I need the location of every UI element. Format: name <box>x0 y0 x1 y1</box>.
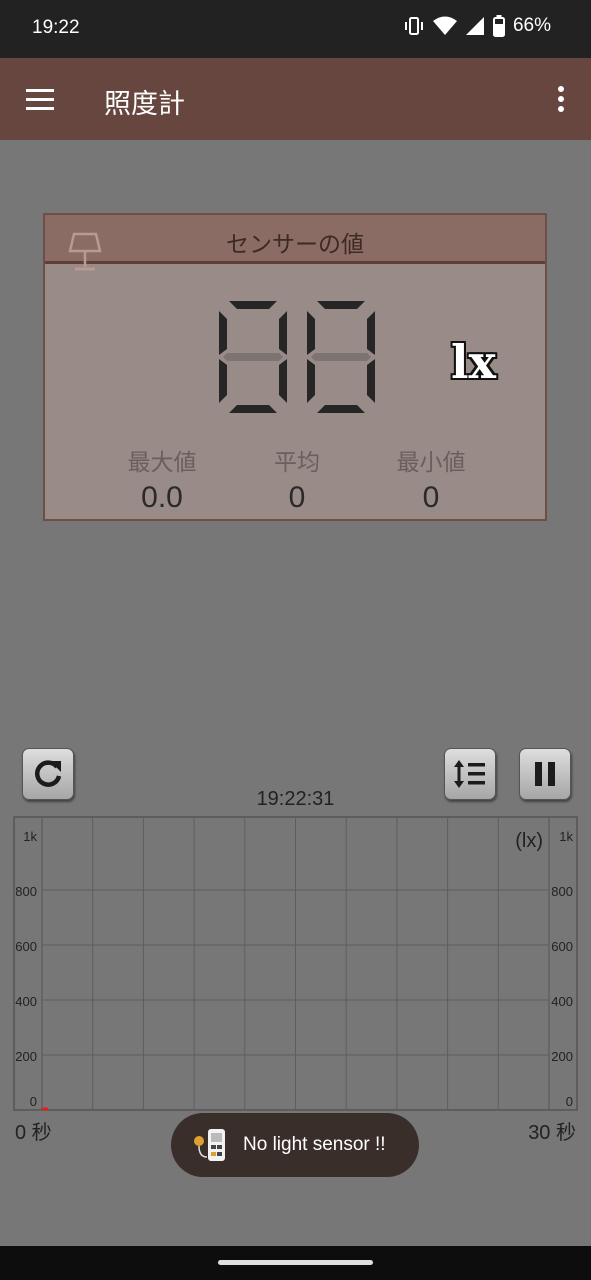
lux-history-chart: 0 0 200 200 400 400 600 600 800 800 1k 1k (lx) <box>13 816 578 1111</box>
wifi-icon <box>432 16 457 35</box>
y-tick-label-left: 1k <box>23 829 37 844</box>
y-tick-label-left: 600 <box>15 939 37 954</box>
y-tick-label-left: 800 <box>15 884 37 899</box>
current-timestamp: 19:22:31 <box>256 788 335 810</box>
status-time: 19:22 <box>32 17 80 38</box>
y-tick-label-right: 0 <box>566 1094 573 1109</box>
chart-y-ticks: 0 0 200 200 400 400 600 600 800 800 1k 1k <box>15 829 573 1109</box>
y-tick-label-left: 0 <box>30 1094 37 1109</box>
signal-icon <box>465 17 484 35</box>
navigation-bar <box>0 1246 591 1280</box>
light-meter-icon <box>194 1129 225 1161</box>
app-title: 照度計 <box>104 89 185 120</box>
vertical-scale-icon <box>454 760 485 788</box>
y-tick-label-right: 400 <box>551 994 573 1009</box>
unit-label: lx <box>451 335 496 389</box>
more-options-icon[interactable] <box>549 82 573 116</box>
sensor-panel-title: センサーの値 <box>226 232 364 258</box>
stat-min-value: 0 <box>422 481 440 514</box>
stat-average-value: 0 <box>288 481 306 514</box>
app-bar: 照度計 <box>0 58 591 140</box>
sensor-panel-header: センサーの値 <box>45 215 545 271</box>
digit-1 <box>219 301 287 413</box>
y-tick-label-left: 400 <box>15 994 37 1009</box>
status-bar: 19:22 66% <box>0 0 591 58</box>
seven-segment-display <box>219 301 375 413</box>
vibrate-icon <box>404 17 423 35</box>
chart-unit-label: (lx) <box>515 830 543 852</box>
y-tick-label-right: 1k <box>559 829 573 844</box>
sensor-panel: センサーの値 lx 最大値 0.0 平均 0 最小値 0 <box>43 213 547 521</box>
hamburger-menu-icon[interactable] <box>22 82 58 116</box>
stat-min-label: 最小値 <box>396 450 466 476</box>
digit-2 <box>307 301 375 413</box>
refresh-icon <box>35 760 62 787</box>
x-axis-start-label: 0 秒 <box>15 1122 52 1144</box>
y-tick-label-left: 200 <box>15 1049 37 1064</box>
stat-max: 最大値 0.0 <box>102 443 222 515</box>
x-axis-end-label: 30 秒 <box>528 1122 576 1144</box>
stat-min: 最小値 0 <box>371 443 491 515</box>
stat-max-label: 最大値 <box>127 450 197 476</box>
chart-grid <box>13 816 578 1111</box>
y-tick-label-right: 600 <box>551 939 573 954</box>
toast-text: No light sensor !! <box>243 1134 386 1155</box>
pause-icon <box>535 762 555 786</box>
home-gesture-handle[interactable] <box>218 1260 373 1265</box>
battery-percent: 66% <box>512 15 551 36</box>
toast-message: No light sensor !! <box>171 1113 419 1177</box>
stat-average-label: 平均 <box>274 450 320 476</box>
status-icons: 66% <box>403 15 551 37</box>
stat-max-value: 0.0 <box>141 481 183 514</box>
stat-average: 平均 0 <box>237 443 357 515</box>
y-tick-label-right: 800 <box>551 884 573 899</box>
battery-icon <box>492 15 505 37</box>
y-tick-label-right: 200 <box>551 1049 573 1064</box>
